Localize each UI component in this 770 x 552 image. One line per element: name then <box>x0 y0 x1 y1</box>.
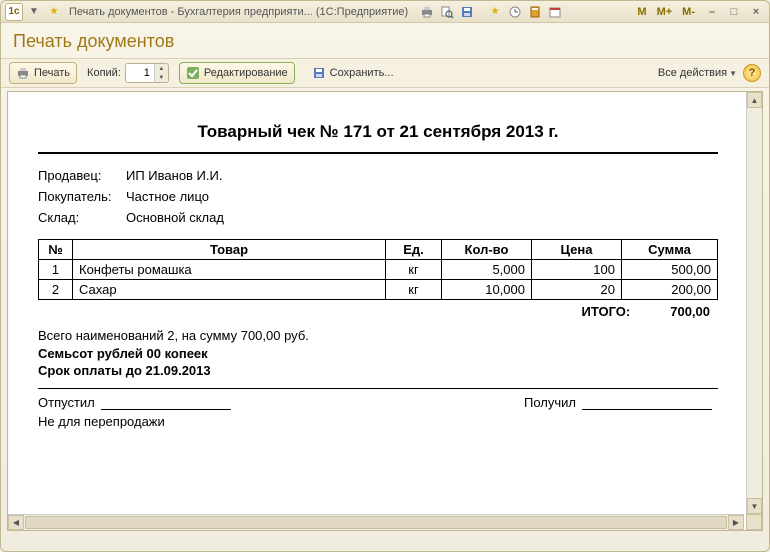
horizontal-scrollbar[interactable]: ◀ ▶ <box>8 514 744 530</box>
close-button[interactable]: × <box>747 4 765 20</box>
toolbar: Печать Копий: ▲ ▼ Редактирование Сохрани… <box>1 58 769 88</box>
favorite-star-icon[interactable]: ★ <box>45 3 63 21</box>
total-label: ИТОГО: <box>582 304 631 319</box>
scroll-right-button[interactable]: ▶ <box>728 515 744 530</box>
cell-sum: 500,00 <box>622 260 718 280</box>
received-label: Получил <box>524 395 576 410</box>
copies-down[interactable]: ▼ <box>155 73 168 82</box>
cell-name: Конфеты ромашка <box>73 260 386 280</box>
scroll-track[interactable] <box>747 108 762 498</box>
save-icon[interactable] <box>458 3 476 21</box>
summary-words: Семьсот рублей 00 копеек <box>38 345 718 363</box>
document-viewport: Товарный чек № 171 от 21 сентября 2013 г… <box>7 91 763 531</box>
cell-num: 2 <box>39 280 73 300</box>
table-row: 1Конфеты ромашкакг5,000100500,00 <box>39 260 718 280</box>
calendar-icon[interactable] <box>546 3 564 21</box>
col-name: Товар <box>73 240 386 260</box>
table-row: 2Сахаркг10,00020200,00 <box>39 280 718 300</box>
edit-toggle-button[interactable]: Редактирование <box>179 62 295 84</box>
col-num: № <box>39 240 73 260</box>
col-price: Цена <box>532 240 622 260</box>
cell-unit: кг <box>386 260 442 280</box>
copies-spinner[interactable]: ▲ ▼ <box>125 63 169 83</box>
help-button[interactable]: ? <box>743 64 761 82</box>
star-icon[interactable]: ★ <box>486 3 504 21</box>
print-button[interactable]: Печать <box>9 62 77 84</box>
scroll-left-button[interactable]: ◀ <box>8 515 24 530</box>
page-title: Печать документов <box>1 23 769 58</box>
total-value: 700,00 <box>670 304 710 319</box>
print-button-label: Печать <box>34 67 70 79</box>
preview-icon[interactable] <box>438 3 456 21</box>
warehouse-label: Склад: <box>38 210 118 225</box>
cell-price: 20 <box>532 280 622 300</box>
copies-up[interactable]: ▲ <box>155 64 168 73</box>
no-resale-note: Не для перепродажи <box>38 414 718 429</box>
warehouse-value: Основной склад <box>126 210 224 225</box>
save-button[interactable]: Сохранить... <box>305 62 401 84</box>
cell-num: 1 <box>39 260 73 280</box>
copies-input[interactable] <box>126 64 154 82</box>
buyer-value: Частное лицо <box>126 189 209 204</box>
printer-icon <box>16 66 30 80</box>
window-titlebar: 1c ▼ ★ Печать документов - Бухгалтерия п… <box>1 1 769 23</box>
cell-sum: 200,00 <box>622 280 718 300</box>
calculator-icon[interactable] <box>526 3 544 21</box>
col-qty: Кол-во <box>442 240 532 260</box>
cell-qty: 10,000 <box>442 280 532 300</box>
items-table: № Товар Ед. Кол-во Цена Сумма 1Конфеты р… <box>38 239 718 300</box>
app-1c-icon: 1c <box>5 3 23 21</box>
edit-check-icon <box>186 66 200 80</box>
document-paper: Товарный чек № 171 от 21 сентября 2013 г… <box>8 98 748 449</box>
print-icon[interactable] <box>418 3 436 21</box>
scroll-up-button[interactable]: ▲ <box>747 92 762 108</box>
summary-count: Всего наименований 2, на сумму 700,00 ру… <box>38 327 718 345</box>
minimize-button[interactable]: – <box>703 4 721 20</box>
vertical-scrollbar[interactable]: ▲ ▼ <box>746 92 762 514</box>
seller-value: ИП Иванов И.И. <box>126 168 222 183</box>
col-sum: Сумма <box>622 240 718 260</box>
maximize-button[interactable]: □ <box>725 4 743 20</box>
clock-icon[interactable] <box>506 3 524 21</box>
chevron-down-icon: ▼ <box>729 69 737 78</box>
divider <box>38 388 718 389</box>
scroll-down-button[interactable]: ▼ <box>747 498 762 514</box>
memory-mplus-button[interactable]: M+ <box>653 3 677 21</box>
cell-unit: кг <box>386 280 442 300</box>
diskette-icon <box>312 66 326 80</box>
receipt-title: Товарный чек № 171 от 21 сентября 2013 г… <box>38 108 718 152</box>
released-label: Отпустил <box>38 395 95 410</box>
cell-name: Сахар <box>73 280 386 300</box>
seller-label: Продавец: <box>38 168 118 183</box>
cell-price: 100 <box>532 260 622 280</box>
cell-qty: 5,000 <box>442 260 532 280</box>
memory-mminus-button[interactable]: M- <box>678 3 699 21</box>
copies-control: Копий: ▲ ▼ <box>87 63 169 83</box>
divider <box>38 152 718 154</box>
scroll-corner <box>746 514 762 530</box>
released-sign-line <box>101 409 231 410</box>
summary-due: Срок оплаты до 21.09.2013 <box>38 362 718 380</box>
received-sign-line <box>582 409 712 410</box>
history-dropdown-icon[interactable]: ▼ <box>25 3 43 21</box>
save-button-label: Сохранить... <box>330 67 394 79</box>
copies-label: Копий: <box>87 67 121 79</box>
window-title: Печать документов - Бухгалтерия предприя… <box>65 6 416 18</box>
edit-button-label: Редактирование <box>204 67 288 79</box>
memory-m-button[interactable]: M <box>633 3 650 21</box>
buyer-label: Покупатель: <box>38 189 118 204</box>
col-unit: Ед. <box>386 240 442 260</box>
all-actions-label: Все действия <box>658 67 727 79</box>
all-actions-dropdown[interactable]: Все действия ▼ <box>658 67 737 79</box>
scroll-thumb[interactable] <box>25 516 727 529</box>
